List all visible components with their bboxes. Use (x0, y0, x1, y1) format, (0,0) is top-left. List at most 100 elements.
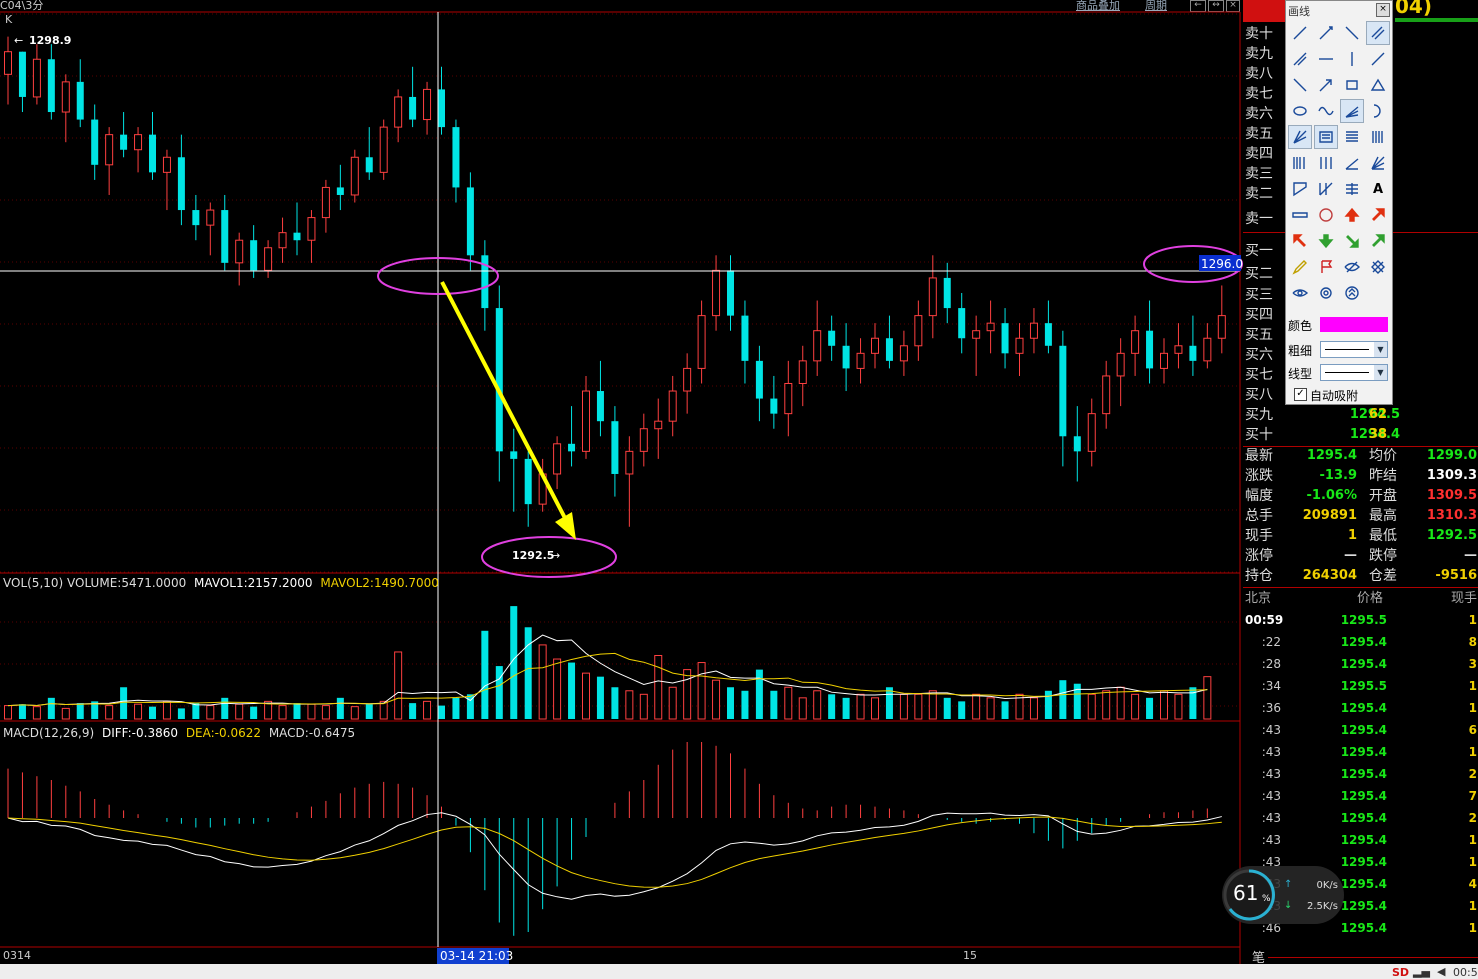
candle (105, 127, 114, 195)
down-right-arrow-icon[interactable] (1340, 229, 1364, 253)
candle (423, 81, 432, 135)
fibonacci-fan-icon[interactable] (1288, 125, 1312, 149)
up-right-green-arrow-icon[interactable] (1366, 229, 1390, 253)
ask-label: 卖三 (1245, 166, 1273, 182)
ask-label: 卖五 (1245, 126, 1273, 142)
candle (61, 74, 70, 143)
horizontal-line-icon[interactable] (1314, 47, 1338, 71)
text-box-icon[interactable] (1314, 125, 1338, 149)
ellipse-icon[interactable] (1288, 99, 1312, 123)
trend-line-icon[interactable] (1366, 47, 1390, 71)
x-axis-label-mid: 15 (963, 949, 977, 962)
quote-value: -9516 (1435, 568, 1477, 583)
bid-label: 买四 (1245, 307, 1273, 323)
quote-row: 涨跌 -13.9 昨结 1309.3 (1245, 466, 1478, 486)
tick-volume: 1 (1468, 679, 1477, 693)
settings-gear-icon[interactable] (1314, 281, 1338, 305)
volume-bar (1203, 676, 1212, 720)
sine-wave-icon[interactable] (1314, 99, 1338, 123)
tick-time: :43 (1261, 767, 1281, 781)
ray-icon[interactable] (1314, 21, 1338, 45)
volume-header-base: VOL(5,10) VOLUME:5471.0000 (3, 576, 186, 590)
candle (958, 293, 966, 354)
ticks-divider (1243, 587, 1478, 588)
tick-volume: 1 (1468, 921, 1477, 935)
hide-icon[interactable] (1340, 255, 1364, 279)
ask-label: 卖九 (1245, 46, 1273, 62)
tick-price: 1295.4 (1340, 789, 1387, 803)
high-price-label: 1298.9 (29, 34, 71, 47)
macd-header-macd: MACD:-0.6475 (269, 726, 355, 740)
target-icon[interactable] (1314, 203, 1338, 227)
tick-row: :28 1295.4 3 (1245, 653, 1478, 675)
candle (727, 255, 734, 331)
tick-volume: 7 (1468, 789, 1477, 803)
volume-bar (47, 697, 55, 719)
up-right-arrow-icon[interactable] (1366, 203, 1390, 227)
color-swatch[interactable] (1320, 317, 1388, 332)
style-select[interactable]: ▼ (1320, 364, 1388, 381)
arrow-line-icon[interactable] (1314, 73, 1338, 97)
angle-line-icon[interactable] (1340, 151, 1364, 175)
gann-grid-icon[interactable] (1366, 125, 1390, 149)
vertical-line-icon[interactable] (1340, 47, 1364, 71)
quote-row: 总手 209891 最高 1310.3 (1245, 506, 1478, 526)
quote-value: 1 (1347, 528, 1357, 543)
width-select[interactable]: ▼ (1320, 341, 1388, 358)
line-down-icon[interactable] (1340, 21, 1364, 45)
tick-time: :43 (1261, 811, 1281, 825)
volume-bar (452, 697, 460, 719)
time-zones-icon[interactable] (1288, 151, 1312, 175)
quote-label: 持仓 (1245, 568, 1273, 584)
toolbox-title: 画线 (1288, 5, 1310, 18)
candle (1116, 338, 1125, 407)
speed-lines-icon[interactable] (1340, 177, 1364, 201)
tick-price: 1295.5 (1340, 679, 1387, 693)
ruler-icon[interactable] (1288, 203, 1312, 227)
ask-label: 卖四 (1245, 146, 1273, 162)
low-price-label: 1292.5 (512, 549, 554, 562)
candle (885, 315, 893, 369)
collapse-icon[interactable] (1340, 281, 1364, 305)
volume-bar (697, 662, 706, 720)
volume-bar (899, 693, 908, 720)
volume-header-mavol1: MAVOL1:2157.2000 (194, 576, 313, 590)
text-icon[interactable]: A (1366, 177, 1390, 201)
eye-icon[interactable] (1288, 281, 1312, 305)
fibonacci-levels-icon[interactable] (1340, 125, 1364, 149)
segment-icon[interactable] (1288, 73, 1312, 97)
volume-bar (438, 705, 445, 719)
toolbox-close-icon[interactable]: × (1376, 3, 1390, 17)
autosnap-checkbox[interactable]: ✓ (1294, 388, 1307, 401)
up-arrow-icon[interactable] (1340, 203, 1364, 227)
candle (1146, 300, 1154, 384)
chart-area[interactable]: K ← 1298.9 1292.5 → 1296.0 VOL(5,10) VOL… (0, 0, 1243, 964)
candle (813, 300, 822, 376)
volume-bar (1131, 693, 1140, 720)
pencil-icon[interactable] (1288, 255, 1312, 279)
down-arrow-icon[interactable] (1314, 229, 1338, 253)
cycle-lines-icon[interactable] (1314, 151, 1338, 175)
candle (914, 300, 923, 361)
rectangle-icon[interactable] (1340, 73, 1364, 97)
parallel-line-icon[interactable] (1366, 21, 1390, 45)
flag-icon[interactable] (1314, 255, 1338, 279)
fan-lines-alt-icon[interactable] (1366, 151, 1390, 175)
triangle-icon[interactable] (1366, 73, 1390, 97)
gann-box-icon[interactable] (1288, 177, 1312, 201)
tick-row: :34 1295.5 1 (1245, 675, 1478, 697)
volume-bar (177, 708, 185, 719)
down-left-arrow-icon[interactable] (1288, 229, 1312, 253)
volume-bar (235, 703, 244, 720)
fan-lines-icon[interactable] (1340, 99, 1364, 123)
gann-fan-icon[interactable] (1314, 177, 1338, 201)
volume-bar (914, 693, 923, 720)
line-segment-icon[interactable] (1288, 21, 1312, 45)
candle (18, 51, 26, 113)
channel-icon[interactable] (1288, 47, 1312, 71)
magnet-icon[interactable] (1366, 255, 1390, 279)
volume-bar (1059, 680, 1067, 719)
drawing-toolbox[interactable]: 画线 × A 颜色 粗细 ▼ 线型 ▼ ✓ 自动吸附 (1285, 0, 1393, 405)
bid-label: 买五 (1245, 327, 1273, 343)
arc-icon[interactable] (1366, 99, 1390, 123)
